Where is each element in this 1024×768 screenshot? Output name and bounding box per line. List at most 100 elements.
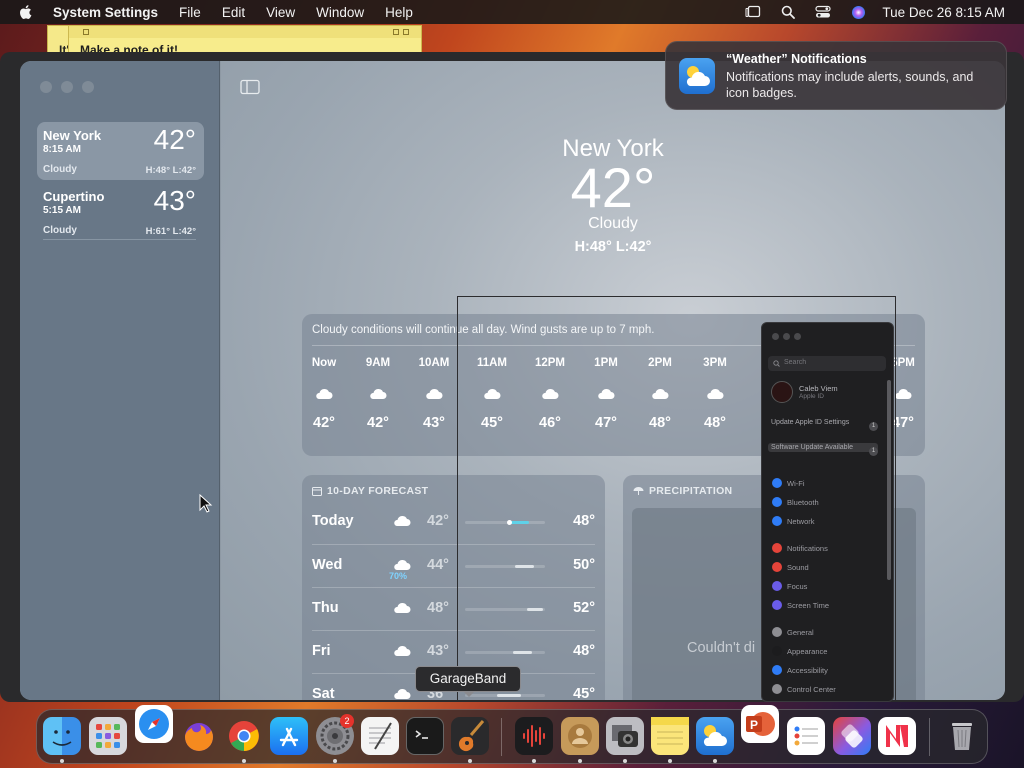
cloud-icon bbox=[392, 687, 414, 700]
dock-finder-icon[interactable] bbox=[43, 717, 81, 755]
settings-item-icon bbox=[772, 600, 782, 610]
weather-sidebar: New York 8:15 AM 42° Cloudy H:48° L:42° … bbox=[20, 61, 220, 700]
dock-contacts-icon[interactable] bbox=[561, 717, 599, 755]
update-apple-id-notice[interactable]: Update Apple ID Settings 1 bbox=[768, 418, 878, 431]
apple-menu-icon[interactable] bbox=[17, 3, 35, 21]
settings-item-label: Screen Time bbox=[787, 600, 830, 610]
forecast-day: Thu bbox=[312, 600, 339, 616]
settings-item-notifications[interactable]: Notifications bbox=[772, 543, 828, 553]
settings-item-focus[interactable]: Focus bbox=[772, 581, 807, 591]
location-condition: Cloudy bbox=[43, 164, 77, 175]
close-window-icon[interactable] bbox=[40, 81, 52, 93]
settings-search-placeholder: Search bbox=[784, 359, 807, 366]
settings-scrollbar[interactable] bbox=[887, 380, 891, 580]
location-condition: Cloudy bbox=[43, 225, 77, 236]
mouse-pointer-icon bbox=[199, 494, 213, 513]
dock-firefox-icon[interactable] bbox=[180, 717, 218, 755]
dock-powerpoint-icon[interactable]: P bbox=[741, 705, 779, 743]
dock-running-indicator bbox=[668, 759, 672, 763]
settings-item-bluetooth[interactable]: Bluetooth bbox=[772, 497, 819, 507]
stage-manager-icon[interactable] bbox=[745, 4, 761, 20]
close-window-icon[interactable] bbox=[772, 333, 779, 340]
dock-news-icon[interactable] bbox=[878, 717, 916, 755]
settings-item-general[interactable]: General bbox=[772, 627, 814, 637]
dock-running-indicator bbox=[532, 759, 536, 763]
notification-title: “Weather” Notifications bbox=[726, 52, 867, 66]
forecast-low: 42° bbox=[427, 513, 449, 529]
location-card-cupertino[interactable]: Cupertino 5:15 AM 43° Cloudy H:61° L:42° bbox=[37, 183, 204, 241]
dock-image-capture-icon[interactable] bbox=[606, 717, 644, 755]
menu-view[interactable]: View bbox=[266, 5, 295, 20]
menu-bar: System Settings File Edit View Window He… bbox=[0, 0, 1024, 24]
settings-item-control-center[interactable]: Control Center bbox=[772, 684, 836, 694]
dock-weather-icon[interactable] bbox=[696, 717, 734, 755]
settings-item-label: Notifications bbox=[787, 543, 828, 553]
zoom-window-icon[interactable] bbox=[82, 81, 94, 93]
dock-reminders-icon[interactable] bbox=[787, 717, 825, 755]
dock-running-indicator bbox=[333, 759, 337, 763]
weather-notification[interactable]: “Weather” Notifications Notifications ma… bbox=[665, 41, 1007, 110]
settings-item-sound[interactable]: Sound bbox=[772, 562, 809, 572]
dock-launchpad-icon[interactable] bbox=[89, 717, 127, 755]
tooltip-arrow bbox=[463, 691, 475, 697]
settings-item-label: General bbox=[787, 627, 814, 637]
stickies-close-icon[interactable] bbox=[83, 29, 89, 35]
settings-item-icon bbox=[772, 646, 782, 656]
zoom-window-icon[interactable] bbox=[794, 333, 801, 340]
control-center-icon[interactable] bbox=[815, 4, 832, 20]
dock-voice-memos-icon[interactable] bbox=[515, 717, 553, 755]
stickies-title-bar[interactable] bbox=[69, 26, 421, 38]
window-traffic-lights bbox=[40, 81, 103, 93]
settings-item-label: Sound bbox=[787, 562, 809, 572]
dock-notes-icon[interactable] bbox=[651, 717, 689, 755]
menu-file[interactable]: File bbox=[179, 5, 201, 20]
software-update-notice[interactable]: Software Update Available 1 bbox=[768, 443, 878, 456]
search-icon bbox=[773, 360, 780, 367]
menu-window[interactable]: Window bbox=[316, 5, 364, 20]
location-card-new-york[interactable]: New York 8:15 AM 42° Cloudy H:48° L:42° bbox=[37, 122, 204, 180]
menu-app-name[interactable]: System Settings bbox=[53, 5, 158, 20]
dock-trash-icon[interactable] bbox=[943, 717, 981, 755]
cloud-icon bbox=[358, 387, 398, 401]
siri-icon[interactable] bbox=[850, 4, 866, 20]
menu-bar-clock[interactable]: Tue Dec 26 8:15 AM bbox=[882, 5, 1005, 20]
settings-item-icon bbox=[772, 497, 782, 507]
hour-label: 9AM bbox=[365, 357, 391, 369]
settings-item-appearance[interactable]: Appearance bbox=[772, 646, 827, 656]
minimize-window-icon[interactable] bbox=[61, 81, 73, 93]
settings-item-label: Bluetooth bbox=[787, 497, 819, 507]
settings-item-label: Network bbox=[787, 516, 815, 526]
location-divider bbox=[43, 239, 196, 240]
location-hilo: H:48° L:42° bbox=[145, 165, 196, 176]
dock-app-store-icon[interactable] bbox=[270, 717, 308, 755]
settings-item-network[interactable]: Network bbox=[772, 516, 815, 526]
dock-terminal-icon[interactable] bbox=[406, 717, 444, 755]
cloud-icon bbox=[392, 601, 414, 615]
settings-item-screen-time[interactable]: Screen Time bbox=[772, 600, 829, 610]
dock-running-indicator bbox=[623, 759, 627, 763]
settings-item-icon bbox=[772, 478, 782, 488]
dock-chrome-icon[interactable] bbox=[225, 717, 263, 755]
dock-shortcuts-icon[interactable] bbox=[833, 717, 871, 755]
dock-textedit-icon[interactable] bbox=[361, 717, 399, 755]
forecast-day: Today bbox=[312, 513, 354, 529]
dock-safari-icon[interactable] bbox=[135, 705, 173, 743]
system-settings-window[interactable]: Search Caleb Viem Apple ID Update Apple … bbox=[761, 322, 894, 702]
calendar-icon bbox=[312, 487, 322, 496]
settings-item-wi-fi[interactable]: Wi-Fi bbox=[772, 478, 805, 488]
dock-garageband-icon[interactable] bbox=[451, 717, 489, 755]
settings-search-input[interactable]: Search bbox=[768, 356, 886, 371]
sidebar-toggle-icon[interactable] bbox=[240, 79, 260, 95]
settings-item-icon bbox=[772, 627, 782, 637]
dock-tooltip: GarageBand bbox=[415, 666, 521, 697]
hour-label: 10AM bbox=[418, 357, 450, 369]
settings-item-accessibility[interactable]: Accessibility bbox=[772, 665, 828, 675]
spotlight-search-icon[interactable] bbox=[780, 4, 796, 20]
notice-badge: 1 bbox=[869, 422, 878, 431]
menu-edit[interactable]: Edit bbox=[222, 5, 245, 20]
menu-help[interactable]: Help bbox=[385, 5, 413, 20]
stickies-zoom-icon[interactable] bbox=[393, 29, 399, 35]
stickies-collapse-icon[interactable] bbox=[403, 29, 409, 35]
hour-temp: 43° bbox=[423, 415, 445, 431]
minimize-window-icon[interactable] bbox=[783, 333, 790, 340]
